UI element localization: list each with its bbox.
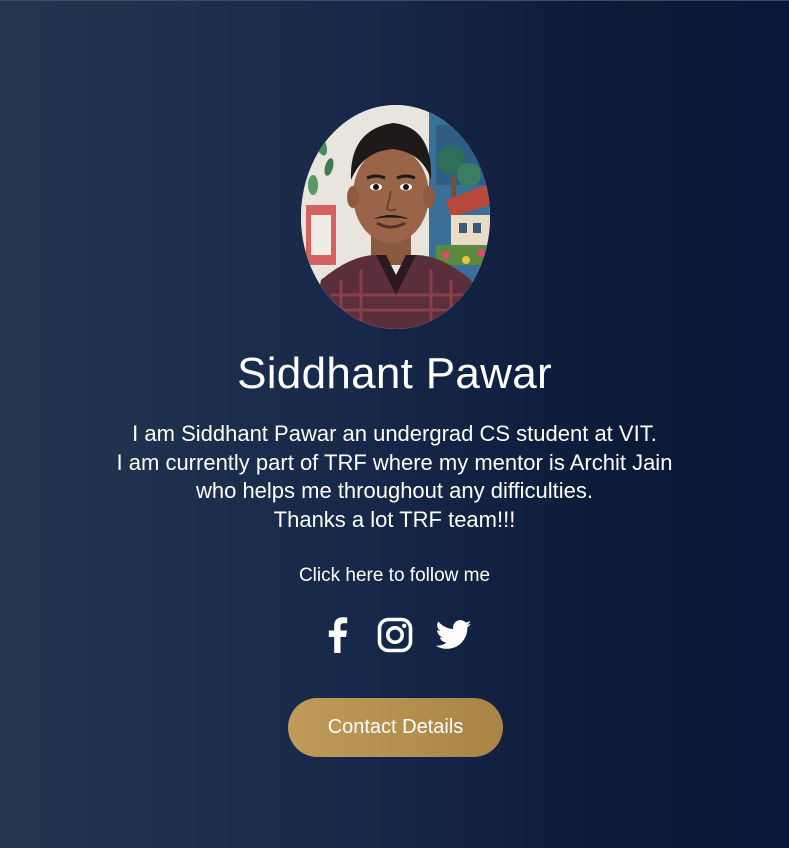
follow-prompt: Click here to follow me xyxy=(298,565,491,586)
bio-line: Thanks a lot TRF team!!! xyxy=(273,507,516,533)
contact-details-button[interactable]: Contact Details xyxy=(288,698,503,757)
twitter-link[interactable] xyxy=(435,614,473,656)
social-links xyxy=(320,614,475,656)
facebook-link[interactable] xyxy=(320,614,354,656)
bio-line: I am Siddhant Pawar an undergrad CS stud… xyxy=(132,421,657,446)
bio-line: I am currently part of TRF where my ment… xyxy=(116,449,673,475)
facebook-icon xyxy=(328,617,348,653)
profile-card: Siddhant Pawar I am Siddhant Pawar an un… xyxy=(0,0,789,848)
profile-bio: I am Siddhant Pawar an undergrad CS stud… xyxy=(60,420,729,535)
bio-line: who helps me throughout any difficulties… xyxy=(195,478,594,504)
instagram-link[interactable] xyxy=(376,614,414,656)
twitter-icon xyxy=(436,620,472,649)
profile-photo xyxy=(301,105,490,329)
instagram-icon xyxy=(377,617,413,653)
profile-name: Siddhant Pawar xyxy=(237,349,552,398)
profile-avatar xyxy=(301,105,490,329)
